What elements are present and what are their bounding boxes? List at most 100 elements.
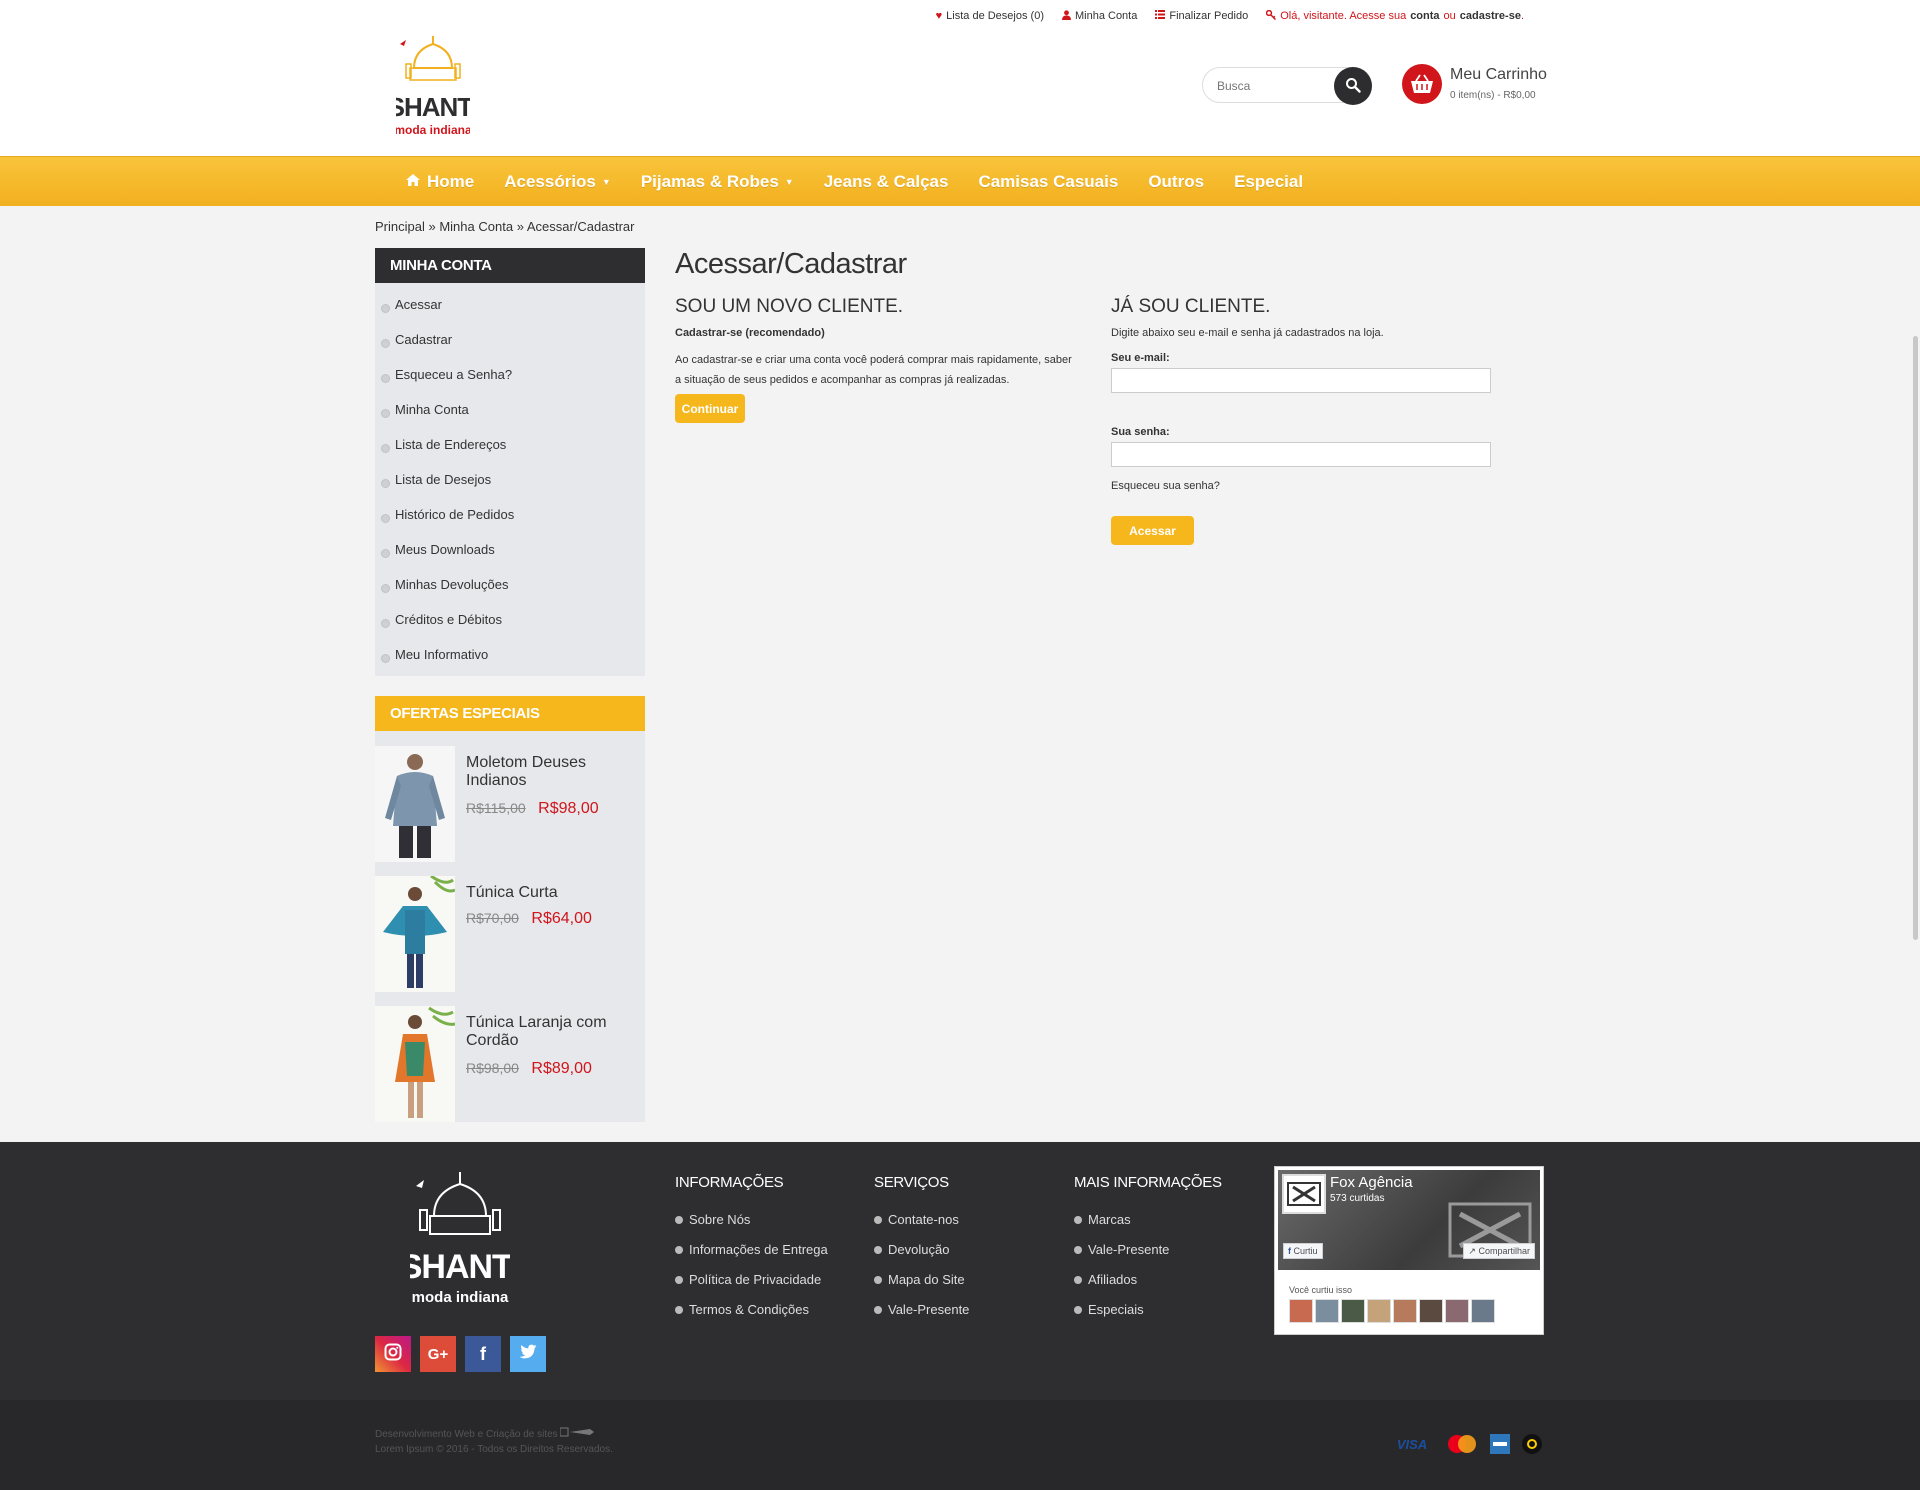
- product-image[interactable]: [375, 1006, 456, 1122]
- nav-item-acessorios[interactable]: Acessórios ▼: [489, 157, 626, 207]
- email-label: Seu e-mail:: [1111, 352, 1170, 364]
- facebook-like-label: Curtiu: [1293, 1246, 1318, 1256]
- site-logo[interactable]: SHANTI moda indiana: [388, 34, 479, 146]
- facebook-faces-label: Você curtiu isso: [1289, 1285, 1353, 1295]
- wishlist-label: Lista de Desejos (0): [946, 10, 1044, 22]
- old-price: R$115,00: [466, 800, 526, 816]
- footer-link[interactable]: Afiliados: [1074, 1272, 1169, 1302]
- continue-button[interactable]: Continuar: [675, 394, 745, 423]
- footer-col-list: Marcas Vale-Presente Afiliados Especiais: [1074, 1212, 1169, 1332]
- facebook-friend-avatar[interactable]: [1393, 1299, 1417, 1323]
- offer-item[interactable]: Túnica Laranja com Cordão R$98,00 R$89,0…: [375, 1006, 645, 1122]
- facebook-friend-avatar[interactable]: [1419, 1299, 1443, 1323]
- product-image[interactable]: [375, 746, 455, 862]
- key-icon: [1266, 9, 1277, 23]
- page-scrollbar[interactable]: [1913, 336, 1918, 940]
- breadcrumb-item[interactable]: Acessar/Cadastrar: [527, 219, 635, 234]
- logo-brand: SHANTI: [396, 92, 470, 122]
- offer-name[interactable]: Moletom Deuses Indianos: [466, 754, 636, 790]
- instagram-button[interactable]: [375, 1336, 411, 1372]
- search-input[interactable]: [1217, 76, 1327, 96]
- checkout-link[interactable]: Finalizar Pedido: [1155, 10, 1248, 22]
- login-button[interactable]: Acessar: [1111, 516, 1194, 545]
- cart-widget[interactable]: Meu Carrinho 0 item(ns) - R$0,00: [1402, 64, 1552, 108]
- footer-link[interactable]: Vale-Presente: [874, 1302, 969, 1332]
- account-link[interactable]: Minha Conta: [1061, 9, 1137, 23]
- product-image[interactable]: [375, 874, 456, 992]
- footer-link[interactable]: Vale-Presente: [1074, 1242, 1169, 1272]
- footer-link[interactable]: Termos & Condições: [675, 1302, 828, 1332]
- main-navigation: Home Acessórios ▼ Pijamas & Robes ▼ Jean…: [0, 156, 1920, 206]
- twitter-button[interactable]: [510, 1336, 546, 1372]
- special-offers-title: OFERTAS ESPECIAIS: [375, 696, 645, 731]
- breadcrumb-item[interactable]: Minha Conta: [439, 219, 513, 234]
- nav-item-home[interactable]: Home: [390, 157, 489, 207]
- footer-logo[interactable]: SHANTI moda indiana: [400, 1166, 521, 1316]
- nav-item-pijamas[interactable]: Pijamas & Robes ▼: [626, 157, 809, 207]
- footer-link[interactable]: Devolução: [874, 1242, 969, 1272]
- facebook-icon: f: [1288, 1246, 1291, 1256]
- greeting-end: .: [1520, 10, 1524, 22]
- facebook-friend-avatar[interactable]: [1341, 1299, 1365, 1323]
- footer-link[interactable]: Marcas: [1074, 1212, 1169, 1242]
- sidebar-item-informativo[interactable]: Meu Informativo: [375, 637, 645, 672]
- breadcrumb-item[interactable]: Principal: [375, 219, 425, 234]
- caret-down-icon: ▼: [601, 177, 611, 187]
- sidebar-item-acessar[interactable]: Acessar: [375, 287, 645, 322]
- sidebar-item-downloads[interactable]: Meus Downloads: [375, 532, 645, 567]
- greeting: Olá, visitante. Acesse sua conta ou cada…: [1266, 9, 1524, 23]
- forgot-password-link[interactable]: Esqueceu sua senha?: [1111, 480, 1220, 492]
- facebook-friend-avatar[interactable]: [1445, 1299, 1469, 1323]
- footer-link[interactable]: Política de Privacidade: [675, 1272, 828, 1302]
- footer-link[interactable]: Especiais: [1074, 1302, 1169, 1332]
- sidebar-item-cadastrar[interactable]: Cadastrar: [375, 322, 645, 357]
- login-link[interactable]: conta: [1410, 10, 1439, 22]
- offer-item[interactable]: Túnica Curta R$70,00 R$64,00: [375, 874, 645, 992]
- search-icon: [1345, 77, 1361, 96]
- copyright: Lorem Ipsum © 2016 - Todos os Direitos R…: [375, 1444, 613, 1455]
- footer-link[interactable]: Informações de Entrega: [675, 1242, 828, 1272]
- sidebar-item-enderecos[interactable]: Lista de Endereços: [375, 427, 645, 462]
- cart-title: Meu Carrinho: [1450, 66, 1547, 83]
- nav-item-especial[interactable]: Especial: [1219, 157, 1318, 207]
- footer-link[interactable]: Mapa do Site: [874, 1272, 969, 1302]
- search-box: [1202, 67, 1372, 105]
- user-icon: [1061, 9, 1071, 23]
- facebook-friend-avatar[interactable]: [1367, 1299, 1391, 1323]
- sidebar-item-historico[interactable]: Histórico de Pedidos: [375, 497, 645, 532]
- sidebar-item-devolucoes[interactable]: Minhas Devoluções: [375, 567, 645, 602]
- facebook-friend-avatar[interactable]: [1315, 1299, 1339, 1323]
- visa-icon: VISA: [1396, 1436, 1428, 1452]
- top-links: ♥ Lista de Desejos (0) Minha Conta Final…: [936, 8, 1524, 24]
- register-link[interactable]: cadastre-se: [1460, 10, 1521, 22]
- sidebar-item-creditos[interactable]: Créditos e Débitos: [375, 602, 645, 637]
- offer-item[interactable]: Moletom Deuses Indianos R$115,00 R$98,00: [375, 746, 645, 862]
- footer-col-title: INFORMAÇÕES: [675, 1174, 784, 1191]
- offer-name[interactable]: Túnica Curta: [466, 884, 636, 902]
- wishlist-link[interactable]: ♥ Lista de Desejos (0): [936, 10, 1044, 22]
- facebook-page-name[interactable]: Fox Agência: [1330, 1174, 1413, 1191]
- footer-col-title: MAIS INFORMAÇÕES: [1074, 1174, 1222, 1191]
- facebook-friend-avatar[interactable]: [1289, 1299, 1313, 1323]
- sidebar-item-minha-conta[interactable]: Minha Conta: [375, 392, 645, 427]
- facebook-like-button[interactable]: f Curtiu: [1283, 1243, 1323, 1259]
- nav-item-jeans[interactable]: Jeans & Calças: [809, 157, 964, 207]
- nav-item-outros[interactable]: Outros: [1133, 157, 1219, 207]
- footer-link[interactable]: Contate-nos: [874, 1212, 969, 1242]
- developer-credit[interactable]: Desenvolvimento Web e Criação de sites: [375, 1427, 595, 1440]
- offer-name[interactable]: Túnica Laranja com Cordão: [466, 1014, 636, 1050]
- google-plus-button[interactable]: G+: [420, 1336, 456, 1372]
- facebook-page-widget[interactable]: Fox Agência 573 curtidas f Curtiu ↗ Comp…: [1274, 1166, 1544, 1335]
- sidebar-item-esqueceu-senha[interactable]: Esqueceu a Senha?: [375, 357, 645, 392]
- footer-link[interactable]: Sobre Nós: [675, 1212, 828, 1242]
- search-button[interactable]: [1334, 67, 1372, 105]
- new-customer-heading: SOU UM NOVO CLIENTE.: [675, 296, 904, 317]
- email-field[interactable]: [1111, 368, 1491, 393]
- nav-item-camisas[interactable]: Camisas Casuais: [963, 157, 1133, 207]
- facebook-friend-avatar[interactable]: [1471, 1299, 1495, 1323]
- password-field[interactable]: [1111, 442, 1491, 467]
- sidebar-item-desejos[interactable]: Lista de Desejos: [375, 462, 645, 497]
- facebook-share-button[interactable]: ↗ Compartilhar: [1463, 1243, 1535, 1259]
- nav-label: Jeans & Calças: [823, 172, 949, 191]
- facebook-button[interactable]: f: [465, 1336, 501, 1372]
